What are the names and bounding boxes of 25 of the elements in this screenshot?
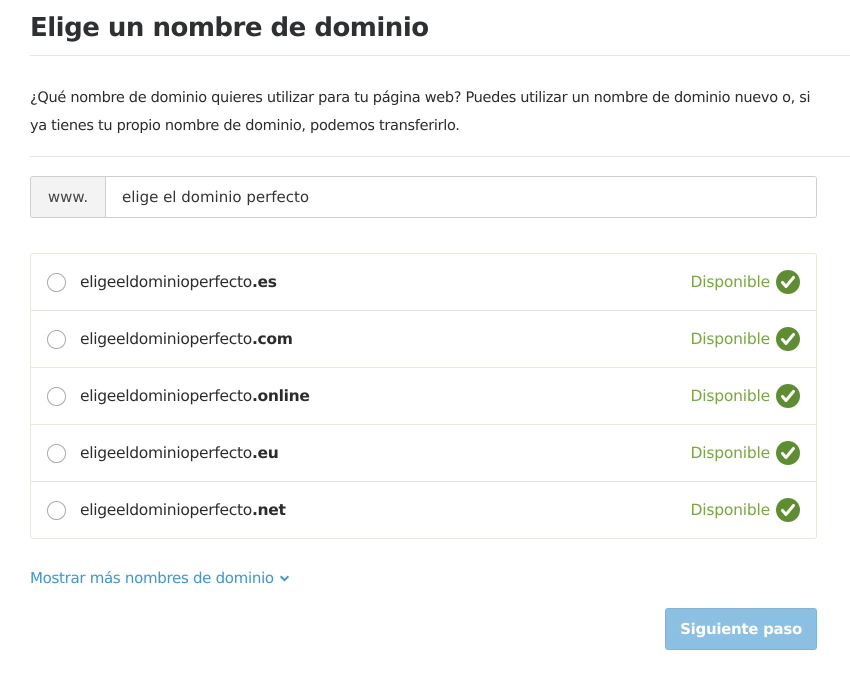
domain-option[interactable]: eligeeldominioperfecto.eu Disponible xyxy=(31,424,816,481)
page-title: Elige un nombre de dominio xyxy=(30,12,430,45)
availability-status: Disponible xyxy=(690,501,770,519)
domain-option[interactable]: eligeeldominioperfecto.com Disponible xyxy=(31,310,816,367)
domain-option[interactable]: eligeeldominioperfecto.net Disponible xyxy=(31,481,816,538)
domain-name: eligeeldominioperfecto.com xyxy=(80,330,294,348)
availability-status: Disponible xyxy=(690,330,770,348)
radio-button[interactable] xyxy=(47,330,66,348)
www-prefix: www. xyxy=(31,177,106,217)
domain-name: eligeeldominioperfecto.net xyxy=(80,501,287,519)
availability-status: Disponible xyxy=(690,273,770,291)
radio-button[interactable] xyxy=(47,500,66,520)
domain-option[interactable]: eligeeldominioperfecto.es Disponible xyxy=(31,254,816,310)
domain-option[interactable]: eligeeldominioperfecto.online Disponible xyxy=(31,367,816,424)
radio-button[interactable] xyxy=(47,444,66,462)
domain-name: eligeeldominioperfecto.es xyxy=(80,273,278,291)
domain-name: eligeeldominioperfecto.online xyxy=(80,387,311,405)
radio-button[interactable] xyxy=(47,272,66,292)
domain-input-field[interactable]: www. elige el dominio perfecto xyxy=(30,176,817,218)
domain-name: eligeeldominioperfecto.eu xyxy=(80,444,280,462)
availability-status: Disponible xyxy=(690,444,770,462)
caret-icon xyxy=(278,572,290,584)
radio-button[interactable] xyxy=(47,386,66,406)
availability-status: Disponible xyxy=(690,387,770,405)
description-text: ¿Qué nombre de dominio quieres utilizar para tu página web? Puedes utilizar un nombre de dominio nuevo o, si ya tienes tu propio nombre de dominio, podemos transferirlo. xyxy=(30,89,812,136)
